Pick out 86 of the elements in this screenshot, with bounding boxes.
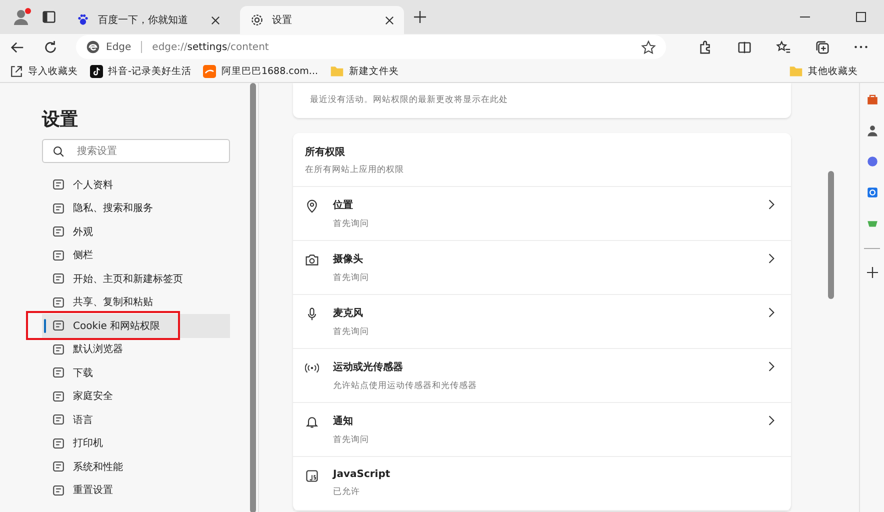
search-field[interactable]: 搜索设置	[42, 139, 230, 163]
permission-name: 位置	[333, 198, 354, 212]
bookmark-item[interactable]: 抖音-记录美好生活	[90, 64, 192, 78]
sidebar-item[interactable]: 重置设置	[42, 478, 230, 502]
sidebar-item[interactable]: 默认浏览器	[42, 338, 230, 361]
site-label: Edge	[106, 42, 132, 52]
person-icon[interactable]	[866, 124, 878, 137]
chevron-right-icon	[768, 415, 775, 426]
permission-status: 已允许	[333, 486, 361, 498]
permission-status: 首先询问	[333, 218, 370, 230]
puzzle-icon[interactable]	[698, 40, 713, 54]
permission-status: 首先询问	[333, 434, 370, 446]
sidebar-item[interactable]: 共享、复制和粘贴	[42, 290, 230, 314]
bookmark-item[interactable]: 新建文件夹	[330, 64, 399, 78]
bell-icon	[305, 415, 319, 429]
search-icon	[52, 145, 65, 158]
folder-icon	[330, 64, 344, 78]
js-box-icon	[305, 469, 319, 483]
outlook-icon[interactable]	[866, 186, 878, 199]
new-tab-icon[interactable]	[414, 11, 426, 23]
gear-icon	[250, 13, 264, 27]
chevron-right-icon	[768, 307, 775, 318]
permission-row[interactable]: JavaScript 已允许	[293, 457, 791, 511]
sidebar-item[interactable]: 打印机	[42, 432, 230, 455]
section-title: 所有权限	[305, 146, 346, 159]
folder-icon	[789, 64, 803, 78]
sidebar-item[interactable]: 外观	[42, 220, 230, 244]
section-subtitle: 在所有网站上应用的权限	[305, 164, 405, 176]
address-bar[interactable]: Edge edge://settings/content	[76, 35, 666, 59]
favorites-icon[interactable]	[776, 40, 791, 54]
permission-name: 麦克风	[333, 306, 364, 320]
permission-row[interactable]: 通知 首先询问	[293, 403, 791, 457]
split-screen-icon[interactable]	[737, 40, 752, 54]
sidebar-item[interactable]: 下载	[42, 361, 230, 384]
import-icon	[10, 64, 23, 78]
close-icon[interactable]	[211, 16, 220, 24]
add-icon[interactable]	[866, 267, 878, 278]
back-arrow-icon[interactable]	[10, 40, 25, 54]
microphone-icon	[305, 307, 319, 321]
permission-name: 运动或光传感器	[333, 360, 404, 374]
shopping-bag-icon[interactable]	[866, 93, 878, 106]
sidebar-item[interactable]: Cookie 和网站权限	[42, 314, 230, 338]
scrollbar[interactable]	[828, 171, 834, 299]
sidebar-item[interactable]: 系统和性能	[42, 455, 230, 478]
star-icon[interactable]	[641, 40, 656, 54]
profile-avatar-icon[interactable]	[12, 7, 32, 27]
edge-logo-icon	[86, 40, 100, 54]
scrollbar[interactable]	[250, 83, 256, 512]
sidebar-item[interactable]: 隐私、搜索和服务	[42, 196, 230, 220]
browser-tab[interactable]: 百度一下，你就知道	[66, 6, 230, 34]
browser-tab[interactable]: 设置	[240, 6, 404, 34]
sidebar-item[interactable]: 个人资料	[42, 173, 230, 196]
permission-status: 首先询问	[333, 272, 370, 284]
permission-row[interactable]: 麦克风 首先询问	[293, 295, 791, 349]
permission-row[interactable]: 摄像头 首先询问	[293, 241, 791, 295]
chevron-right-icon	[768, 253, 775, 264]
sidebar-item[interactable]: 开始、主页和新建标签页	[42, 267, 230, 290]
activity-text: 最近没有活动。网站权限的最新更改将显示在此处	[310, 95, 508, 105]
permission-name: JavaScript	[333, 469, 392, 480]
chevron-right-icon	[768, 199, 775, 210]
paw-icon	[76, 13, 90, 27]
permission-name: 摄像头	[333, 252, 364, 266]
sidebar-item[interactable]: 家庭安全	[42, 384, 230, 408]
bookmark-item[interactable]: 导入收藏夹	[10, 64, 78, 78]
close-icon[interactable]	[385, 16, 394, 24]
bookmark-item[interactable]: 其他收藏夹	[789, 64, 858, 78]
camera-icon	[305, 253, 319, 267]
permission-name: 通知	[333, 414, 354, 428]
bookmark-item[interactable]: 阿里巴巴1688.com...	[203, 64, 318, 78]
permission-row[interactable]: 运动或光传感器 允许站点使用运动传感器和光传感器	[293, 349, 791, 403]
tab-actions-icon[interactable]	[42, 10, 56, 24]
more-icon[interactable]	[854, 45, 868, 49]
collections-icon[interactable]	[815, 40, 830, 54]
location-pin-icon	[305, 199, 319, 213]
maximize-icon[interactable]	[856, 12, 866, 22]
sidebar-item[interactable]: 侧栏	[42, 244, 230, 267]
music-note-icon	[90, 64, 103, 78]
settings-title: 设置	[42, 108, 79, 131]
url-text: edge://settings/content	[152, 42, 269, 52]
sidebar-item[interactable]: 语言	[42, 408, 230, 432]
chevron-right-icon	[768, 361, 775, 372]
permission-row[interactable]: 位置 首先询问	[293, 187, 791, 241]
permission-status: 允许站点使用运动传感器和光传感器	[333, 380, 478, 392]
permission-status: 首先询问	[333, 326, 370, 338]
refresh-icon[interactable]	[43, 40, 58, 54]
signal-waves-icon	[305, 361, 319, 375]
